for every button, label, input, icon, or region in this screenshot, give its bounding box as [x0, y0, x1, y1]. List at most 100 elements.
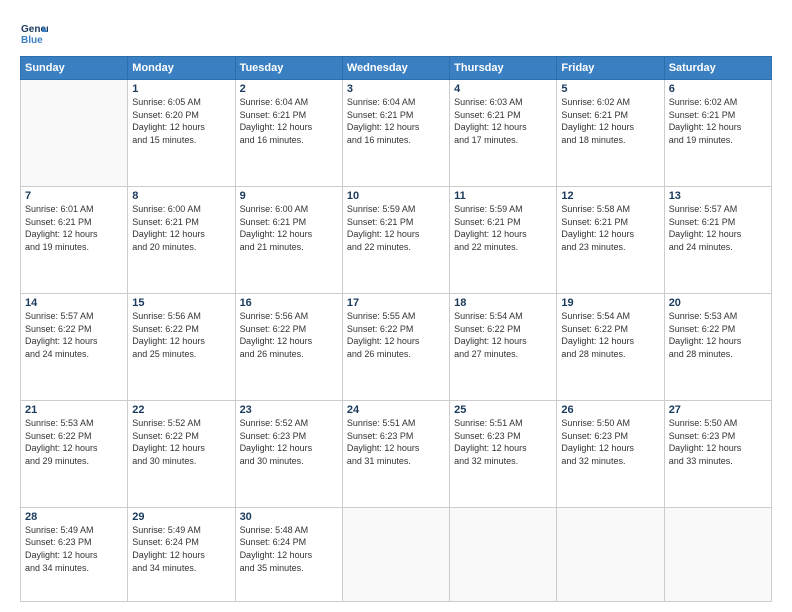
- day-info: Sunrise: 6:05 AMSunset: 6:20 PMDaylight:…: [132, 96, 230, 146]
- logo: General Blue: [20, 18, 52, 46]
- calendar-cell: 5Sunrise: 6:02 AMSunset: 6:21 PMDaylight…: [557, 80, 664, 187]
- day-number: 2: [240, 83, 338, 95]
- calendar-cell: 24Sunrise: 5:51 AMSunset: 6:23 PMDayligh…: [342, 400, 449, 507]
- day-info: Sunrise: 6:03 AMSunset: 6:21 PMDaylight:…: [454, 96, 552, 146]
- calendar-cell: 9Sunrise: 6:00 AMSunset: 6:21 PMDaylight…: [235, 186, 342, 293]
- calendar-cell: 14Sunrise: 5:57 AMSunset: 6:22 PMDayligh…: [21, 293, 128, 400]
- calendar-cell: [450, 507, 557, 601]
- day-info: Sunrise: 5:53 AMSunset: 6:22 PMDaylight:…: [669, 310, 767, 360]
- day-info: Sunrise: 5:48 AMSunset: 6:24 PMDaylight:…: [240, 524, 338, 574]
- calendar-cell: 6Sunrise: 6:02 AMSunset: 6:21 PMDaylight…: [664, 80, 771, 187]
- day-number: 20: [669, 297, 767, 309]
- col-header-saturday: Saturday: [664, 57, 771, 80]
- day-info: Sunrise: 6:02 AMSunset: 6:21 PMDaylight:…: [561, 96, 659, 146]
- day-number: 24: [347, 404, 445, 416]
- day-number: 14: [25, 297, 123, 309]
- day-info: Sunrise: 5:58 AMSunset: 6:21 PMDaylight:…: [561, 203, 659, 253]
- day-number: 25: [454, 404, 552, 416]
- page: General Blue SundayMondayTuesdayWednesda…: [0, 0, 792, 612]
- day-info: Sunrise: 5:57 AMSunset: 6:21 PMDaylight:…: [669, 203, 767, 253]
- calendar-cell: 12Sunrise: 5:58 AMSunset: 6:21 PMDayligh…: [557, 186, 664, 293]
- day-info: Sunrise: 5:54 AMSunset: 6:22 PMDaylight:…: [454, 310, 552, 360]
- day-number: 12: [561, 190, 659, 202]
- day-number: 29: [132, 511, 230, 523]
- day-info: Sunrise: 5:51 AMSunset: 6:23 PMDaylight:…: [347, 417, 445, 467]
- day-number: 8: [132, 190, 230, 202]
- day-number: 27: [669, 404, 767, 416]
- calendar-cell: 8Sunrise: 6:00 AMSunset: 6:21 PMDaylight…: [128, 186, 235, 293]
- calendar-cell: 23Sunrise: 5:52 AMSunset: 6:23 PMDayligh…: [235, 400, 342, 507]
- calendar-cell: 4Sunrise: 6:03 AMSunset: 6:21 PMDaylight…: [450, 80, 557, 187]
- calendar-cell: [21, 80, 128, 187]
- day-info: Sunrise: 5:55 AMSunset: 6:22 PMDaylight:…: [347, 310, 445, 360]
- day-info: Sunrise: 5:53 AMSunset: 6:22 PMDaylight:…: [25, 417, 123, 467]
- day-number: 4: [454, 83, 552, 95]
- calendar-cell: 28Sunrise: 5:49 AMSunset: 6:23 PMDayligh…: [21, 507, 128, 601]
- day-number: 19: [561, 297, 659, 309]
- day-info: Sunrise: 6:04 AMSunset: 6:21 PMDaylight:…: [347, 96, 445, 146]
- day-number: 3: [347, 83, 445, 95]
- day-info: Sunrise: 6:00 AMSunset: 6:21 PMDaylight:…: [240, 203, 338, 253]
- calendar-cell: 22Sunrise: 5:52 AMSunset: 6:22 PMDayligh…: [128, 400, 235, 507]
- calendar-cell: 1Sunrise: 6:05 AMSunset: 6:20 PMDaylight…: [128, 80, 235, 187]
- calendar-cell: 13Sunrise: 5:57 AMSunset: 6:21 PMDayligh…: [664, 186, 771, 293]
- day-number: 30: [240, 511, 338, 523]
- day-number: 9: [240, 190, 338, 202]
- header: General Blue: [20, 18, 772, 46]
- col-header-wednesday: Wednesday: [342, 57, 449, 80]
- day-number: 10: [347, 190, 445, 202]
- calendar-cell: 19Sunrise: 5:54 AMSunset: 6:22 PMDayligh…: [557, 293, 664, 400]
- day-number: 6: [669, 83, 767, 95]
- calendar-cell: [557, 507, 664, 601]
- day-info: Sunrise: 5:49 AMSunset: 6:24 PMDaylight:…: [132, 524, 230, 574]
- day-number: 26: [561, 404, 659, 416]
- day-info: Sunrise: 5:56 AMSunset: 6:22 PMDaylight:…: [240, 310, 338, 360]
- day-number: 21: [25, 404, 123, 416]
- logo-icon: General Blue: [20, 18, 48, 46]
- col-header-thursday: Thursday: [450, 57, 557, 80]
- calendar-cell: 26Sunrise: 5:50 AMSunset: 6:23 PMDayligh…: [557, 400, 664, 507]
- day-number: 13: [669, 190, 767, 202]
- calendar-cell: [664, 507, 771, 601]
- calendar-cell: 21Sunrise: 5:53 AMSunset: 6:22 PMDayligh…: [21, 400, 128, 507]
- calendar-cell: 29Sunrise: 5:49 AMSunset: 6:24 PMDayligh…: [128, 507, 235, 601]
- day-number: 17: [347, 297, 445, 309]
- calendar-cell: 27Sunrise: 5:50 AMSunset: 6:23 PMDayligh…: [664, 400, 771, 507]
- day-number: 7: [25, 190, 123, 202]
- col-header-tuesday: Tuesday: [235, 57, 342, 80]
- col-header-friday: Friday: [557, 57, 664, 80]
- calendar-cell: 17Sunrise: 5:55 AMSunset: 6:22 PMDayligh…: [342, 293, 449, 400]
- day-number: 1: [132, 83, 230, 95]
- day-info: Sunrise: 6:04 AMSunset: 6:21 PMDaylight:…: [240, 96, 338, 146]
- calendar-cell: 30Sunrise: 5:48 AMSunset: 6:24 PMDayligh…: [235, 507, 342, 601]
- day-number: 23: [240, 404, 338, 416]
- day-info: Sunrise: 6:00 AMSunset: 6:21 PMDaylight:…: [132, 203, 230, 253]
- calendar-cell: 2Sunrise: 6:04 AMSunset: 6:21 PMDaylight…: [235, 80, 342, 187]
- calendar-cell: 18Sunrise: 5:54 AMSunset: 6:22 PMDayligh…: [450, 293, 557, 400]
- svg-text:Blue: Blue: [21, 35, 43, 46]
- calendar-table: SundayMondayTuesdayWednesdayThursdayFrid…: [20, 56, 772, 602]
- day-info: Sunrise: 6:02 AMSunset: 6:21 PMDaylight:…: [669, 96, 767, 146]
- calendar-cell: 11Sunrise: 5:59 AMSunset: 6:21 PMDayligh…: [450, 186, 557, 293]
- day-info: Sunrise: 5:59 AMSunset: 6:21 PMDaylight:…: [454, 203, 552, 253]
- calendar-cell: 15Sunrise: 5:56 AMSunset: 6:22 PMDayligh…: [128, 293, 235, 400]
- day-info: Sunrise: 5:52 AMSunset: 6:23 PMDaylight:…: [240, 417, 338, 467]
- day-info: Sunrise: 5:50 AMSunset: 6:23 PMDaylight:…: [669, 417, 767, 467]
- calendar-cell: [342, 507, 449, 601]
- calendar-cell: 16Sunrise: 5:56 AMSunset: 6:22 PMDayligh…: [235, 293, 342, 400]
- calendar-cell: 25Sunrise: 5:51 AMSunset: 6:23 PMDayligh…: [450, 400, 557, 507]
- calendar-cell: 20Sunrise: 5:53 AMSunset: 6:22 PMDayligh…: [664, 293, 771, 400]
- day-info: Sunrise: 5:54 AMSunset: 6:22 PMDaylight:…: [561, 310, 659, 360]
- col-header-monday: Monday: [128, 57, 235, 80]
- calendar-cell: 3Sunrise: 6:04 AMSunset: 6:21 PMDaylight…: [342, 80, 449, 187]
- day-info: Sunrise: 6:01 AMSunset: 6:21 PMDaylight:…: [25, 203, 123, 253]
- day-info: Sunrise: 5:51 AMSunset: 6:23 PMDaylight:…: [454, 417, 552, 467]
- col-header-sunday: Sunday: [21, 57, 128, 80]
- day-info: Sunrise: 5:57 AMSunset: 6:22 PMDaylight:…: [25, 310, 123, 360]
- day-info: Sunrise: 5:52 AMSunset: 6:22 PMDaylight:…: [132, 417, 230, 467]
- day-number: 5: [561, 83, 659, 95]
- day-number: 18: [454, 297, 552, 309]
- day-number: 16: [240, 297, 338, 309]
- day-info: Sunrise: 5:56 AMSunset: 6:22 PMDaylight:…: [132, 310, 230, 360]
- day-info: Sunrise: 5:59 AMSunset: 6:21 PMDaylight:…: [347, 203, 445, 253]
